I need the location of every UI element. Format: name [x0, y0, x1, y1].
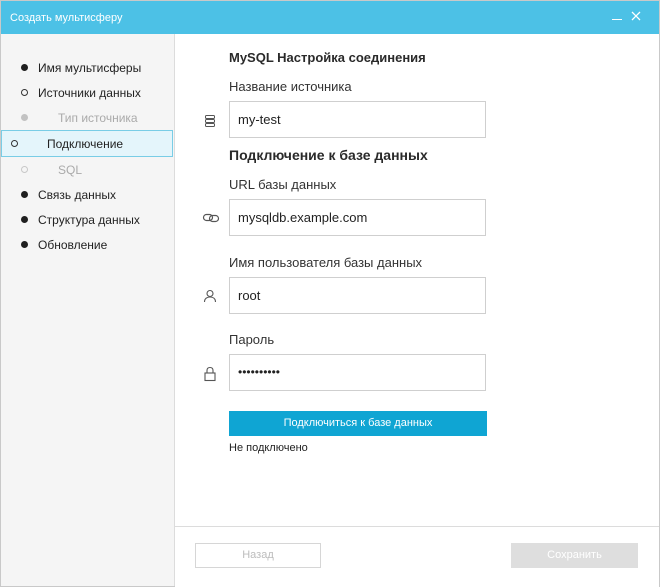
step-update[interactable]: Обновление — [1, 232, 173, 257]
db-url-label: URL базы данных — [229, 177, 337, 192]
db-url-input[interactable]: mysqldb.example.com — [229, 199, 486, 236]
password-label: Пароль — [229, 332, 275, 347]
create-multisphere-window: Создать мультисферу Имя мультисферы Исто… — [0, 0, 660, 587]
steps-sidebar: Имя мультисферы Источники данных Тип ист… — [1, 34, 175, 586]
source-name-input[interactable]: my-test — [229, 101, 486, 138]
db-user-label: Имя пользователя базы данных — [229, 255, 423, 270]
minimize-icon[interactable] — [611, 10, 623, 22]
step-status-dot — [21, 241, 28, 248]
title-bar: Создать мультисферу — [1, 1, 659, 34]
connection-settings-panel: MySQL Настройка соединения Название исто… — [175, 34, 659, 526]
lock-icon — [203, 366, 217, 382]
step-status-dot — [11, 140, 18, 147]
step-label: Структура данных — [38, 213, 140, 227]
step-data-relations[interactable]: Связь данных — [1, 182, 173, 207]
source-name-label: Название источника — [229, 79, 352, 94]
step-status-dot — [21, 64, 28, 71]
step-data-sources[interactable]: Источники данных — [1, 80, 173, 105]
connect-to-database-button[interactable]: Подключиться к базе данных — [229, 411, 487, 436]
step-status-dot — [21, 216, 28, 223]
step-multisphere-name[interactable]: Имя мультисферы — [1, 55, 173, 80]
db-user-input[interactable]: root — [229, 277, 486, 314]
password-input[interactable]: •••••••••• — [229, 354, 486, 391]
db-connection-section-title: Подключение к базе данных — [229, 147, 428, 163]
page-title: MySQL Настройка соединения — [229, 50, 426, 65]
step-data-structure[interactable]: Структура данных — [1, 207, 173, 232]
step-connection[interactable]: Подключение — [1, 130, 173, 157]
step-label: Тип источника — [58, 111, 138, 125]
user-icon — [203, 289, 217, 303]
window-title: Создать мультисферу — [10, 12, 123, 24]
database-icon — [203, 114, 217, 128]
step-source-type[interactable]: Тип источника — [1, 105, 173, 130]
connection-status: Не подключено — [229, 442, 308, 454]
step-status-dot — [21, 166, 28, 173]
dialog-footer: Назад Сохранить — [175, 526, 659, 587]
step-label: Подключение — [47, 137, 124, 151]
step-status-dot — [21, 114, 28, 121]
save-button[interactable]: Сохранить — [511, 543, 638, 568]
close-icon[interactable] — [630, 10, 642, 22]
step-sql[interactable]: SQL — [1, 157, 173, 182]
step-label: Источники данных — [38, 86, 141, 100]
step-label: Связь данных — [38, 188, 117, 202]
step-label: Имя мультисферы — [38, 61, 142, 75]
step-label: Обновление — [38, 238, 108, 252]
step-status-dot — [21, 191, 28, 198]
back-button[interactable]: Назад — [195, 543, 321, 568]
link-icon — [202, 211, 220, 225]
step-status-dot — [21, 89, 28, 96]
step-label: SQL — [58, 163, 83, 177]
